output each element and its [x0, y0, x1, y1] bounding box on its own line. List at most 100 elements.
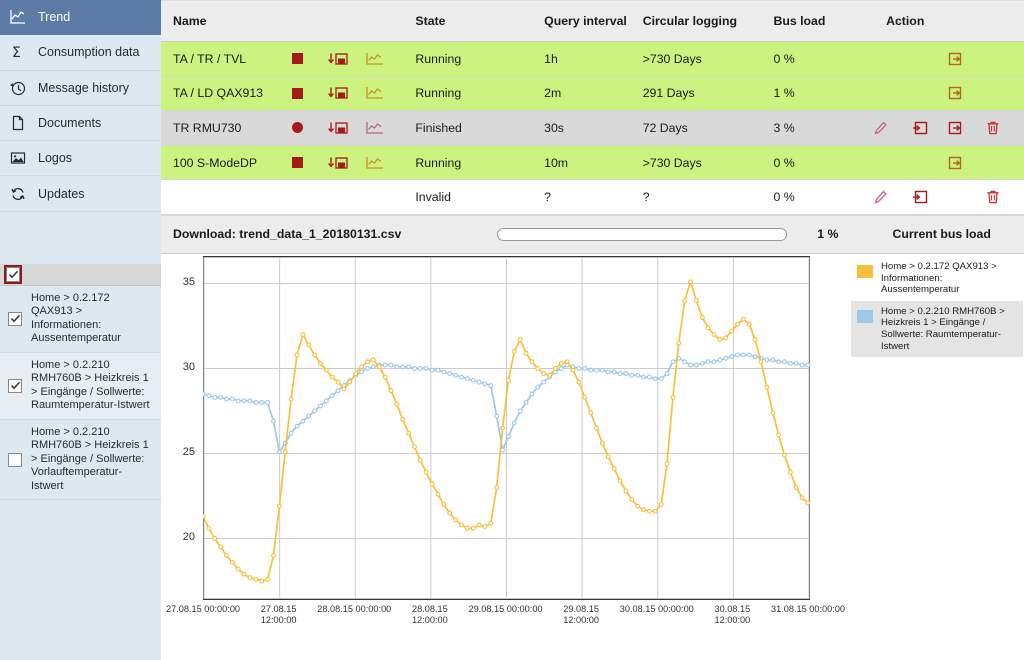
download-button[interactable]: [326, 145, 366, 181]
chart-legend: Home > 0.2.172 QAX913 > Informationen: A…: [851, 256, 1023, 358]
view-chart-button[interactable]: [365, 41, 404, 77]
progress-percent-label: 1 %: [817, 227, 839, 242]
cell-state: Running: [403, 76, 533, 112]
sidebar-item-trend[interactable]: Trend: [0, 0, 161, 36]
download-button[interactable]: [326, 76, 366, 112]
series-checkbox[interactable]: [8, 311, 22, 326]
sidebar-item-message-history[interactable]: Message history: [0, 71, 161, 106]
legend-label: Home > 0.2.210 RMH760B > Heizkreis 1 > E…: [881, 305, 1005, 352]
sidebar-item-logos[interactable]: Logos: [0, 141, 161, 177]
current-bus-load-label: Current bus load: [892, 227, 991, 242]
sidebar-item-documents[interactable]: Documents: [0, 106, 161, 142]
action-edit-placeholder: [874, 145, 913, 181]
legend-swatch: [857, 264, 873, 278]
table-row[interactable]: TA / LD QAX913 Running 2m 291 Days 1 %: [161, 76, 1024, 112]
action-import-placeholder: [912, 41, 948, 77]
cell-query-interval: ?: [532, 179, 631, 215]
sidebar-nav: Trend Σ Consumption data Message history…: [0, 0, 161, 212]
action-import-placeholder: [912, 76, 948, 112]
document-icon: [10, 115, 26, 131]
chart-icon: [366, 121, 384, 134]
action-delete-placeholder: [985, 76, 1024, 112]
export-empty: [947, 179, 986, 215]
view-chart-button[interactable]: [365, 76, 404, 112]
chart-icon: [366, 156, 384, 169]
stop-button[interactable]: [291, 145, 327, 181]
action-import-placeholder: [912, 145, 948, 181]
cell-bus-load: 0 %: [761, 179, 875, 215]
chart-svg: [200, 255, 811, 601]
stop-button[interactable]: [291, 76, 327, 112]
column-header-name: Name: [161, 0, 404, 42]
download-icon: [328, 156, 348, 169]
bus-load-progress-bar[interactable]: [497, 227, 788, 241]
table-row[interactable]: TR RMU730 Finished 30s 72 Days 3 %: [161, 110, 1024, 146]
download-button[interactable]: [326, 110, 366, 146]
action-delete-placeholder: [985, 145, 1024, 181]
app-root: Trend Σ Consumption data Message history…: [0, 0, 1024, 660]
trash-icon: [987, 190, 999, 204]
cell-bus-load: 0 %: [761, 41, 875, 77]
chart-line-icon: [10, 9, 26, 25]
edit-button[interactable]: [874, 179, 913, 215]
chart-icon: [366, 87, 384, 100]
export-icon: [948, 156, 961, 169]
series-list-item[interactable]: Home > 0.2.210 RMH760B > Heizkreis 1 > E…: [0, 420, 161, 501]
sidebar-filler: [0, 500, 161, 660]
series-label: Home > 0.2.172 QAX913 > Informationen: A…: [31, 291, 121, 345]
legend-entry[interactable]: Home > 0.2.172 QAX913 > Informationen: A…: [851, 256, 1023, 301]
select-all-checkbox[interactable]: [4, 264, 22, 284]
download-icon: [328, 122, 348, 134]
chart-icon: [366, 52, 384, 65]
cell-query-interval: 1h: [532, 41, 631, 77]
stop-square-icon: [291, 53, 303, 65]
sidebar-item-label: Consumption data: [38, 45, 140, 60]
edit-button[interactable]: [874, 110, 913, 146]
export-button[interactable]: [947, 41, 986, 77]
export-icon: [948, 121, 961, 135]
select-all-row[interactable]: [0, 263, 161, 286]
download-label: Download: trend_data_1_20180131.csv: [161, 227, 401, 241]
sidebar-item-label: Logos: [38, 151, 73, 166]
series-label: Home > 0.2.210 RMH760B > Heizkreis 1 > E…: [31, 358, 150, 412]
table-row[interactable]: TA / TR / TVL Running 1h >730 Days 0 %: [161, 41, 1024, 77]
table-row[interactable]: 100 S-ModeDP Running 10m >730 Days 0 %: [161, 145, 1024, 181]
stop-button[interactable]: [291, 41, 327, 77]
download-icon: [328, 87, 348, 100]
export-button[interactable]: [947, 76, 986, 112]
export-button[interactable]: [947, 145, 986, 181]
delete-button[interactable]: [985, 179, 1024, 215]
series-list-item[interactable]: Home > 0.2.172 QAX913 > Informationen: A…: [0, 286, 161, 353]
series-checkbox[interactable]: [8, 378, 22, 393]
cell-state: Running: [403, 145, 533, 181]
import-button[interactable]: [912, 110, 948, 146]
cell-bus-load: 0 %: [761, 145, 875, 181]
view-chart-button[interactable]: [365, 145, 404, 181]
sidebar-item-updates[interactable]: Updates: [0, 176, 161, 212]
y-axis-tick-label: 20: [182, 531, 195, 544]
series-list-item[interactable]: Home > 0.2.210 RMH760B > Heizkreis 1 > E…: [0, 352, 161, 420]
cell-bus-load: 1 %: [761, 76, 875, 112]
download-button[interactable]: [326, 41, 366, 77]
series-checkbox[interactable]: [8, 452, 22, 467]
cell-circular-logging: 291 Days: [630, 76, 762, 112]
y-axis-tick-label: 35: [182, 276, 195, 289]
sidebar-item-consumption-data[interactable]: Σ Consumption data: [0, 35, 161, 71]
trash-icon: [987, 121, 999, 135]
svg-text:Σ: Σ: [12, 45, 21, 60]
view-chart-button[interactable]: [365, 110, 404, 146]
import-button[interactable]: [912, 179, 948, 215]
column-header-query-interval: Query interval: [532, 0, 631, 42]
stop-button[interactable]: [291, 110, 327, 146]
column-header-state: State: [403, 0, 533, 42]
history-clock-icon: [10, 80, 26, 96]
delete-button[interactable]: [985, 110, 1024, 146]
series-label: Home > 0.2.210 RMH760B > Heizkreis 1 > E…: [31, 425, 149, 492]
chart-plot: [200, 255, 811, 603]
export-button[interactable]: [947, 110, 986, 146]
x-axis-tick-label: 31.08.15 00:00:00: [770, 603, 846, 614]
table-row[interactable]: Invalid ? ? 0 %: [161, 179, 1024, 215]
legend-entry[interactable]: Home > 0.2.210 RMH760B > Heizkreis 1 > E…: [851, 300, 1023, 358]
export-icon: [948, 52, 961, 65]
trend-chart-area: Home > 0.2.172 QAX913 > Informationen: A…: [161, 253, 1024, 660]
